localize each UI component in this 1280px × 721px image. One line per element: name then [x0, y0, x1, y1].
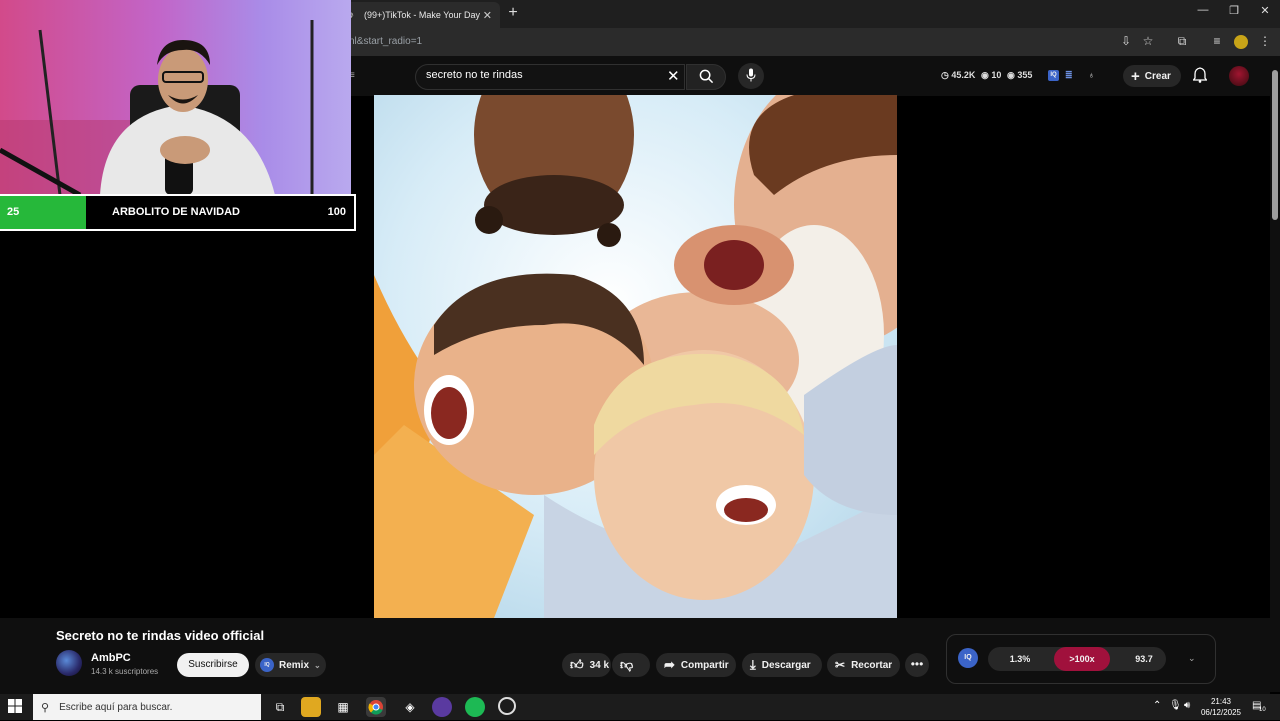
views-stat: ◷ 45.2K: [941, 70, 975, 81]
video-frame-children-photo: [374, 95, 897, 618]
discord-icon[interactable]: [432, 697, 452, 717]
video-player[interactable]: [374, 95, 897, 618]
create-label: Crear: [1144, 70, 1171, 82]
volume-icon[interactable]: 🔊︎: [1184, 700, 1190, 711]
channel-avatar[interactable]: [56, 650, 82, 676]
search-button[interactable]: [686, 64, 726, 90]
bookmark-star-icon[interactable]: ☆: [1139, 34, 1157, 48]
clock-date: 06/12/2025: [1200, 708, 1242, 717]
taskbar-clock[interactable]: 21:43 06/12/2025: [1200, 696, 1242, 718]
close-window-icon[interactable]: ✕: [1250, 4, 1280, 17]
search-query: secreto no te rindas: [426, 69, 523, 81]
scrollbar-thumb[interactable]: [1272, 70, 1278, 220]
goal-title: ARBOLITO DE NAVIDAD: [112, 206, 240, 218]
subscriber-count: 14.3 k suscriptores: [91, 667, 159, 676]
iq-value-1: 1.3%: [1009, 654, 1031, 664]
browser-tab[interactable]: ♪ (99+)TikTok - Make Your Day ✕: [340, 2, 500, 28]
streamer-webcam-image: [0, 20, 314, 195]
clip-button[interactable]: ✂ Recortar: [827, 653, 900, 677]
microphone-tray-icon[interactable]: 🎙︎: [1169, 700, 1182, 711]
chevron-down-icon: ⌄: [314, 660, 321, 670]
user-avatar[interactable]: [1229, 66, 1249, 86]
goal-current-value: 25: [7, 206, 20, 218]
tab-close-icon[interactable]: ✕: [483, 9, 492, 22]
iq-value-3: 93.7: [1135, 654, 1153, 664]
notification-count: 10: [1259, 707, 1266, 713]
new-tab-icon[interactable]: +: [505, 4, 521, 22]
taskbar-search-input[interactable]: ⚲ Escribe aquí para buscar.: [33, 694, 261, 720]
create-button[interactable]: + Crear: [1123, 65, 1181, 87]
install-app-icon[interactable]: ⇩: [1117, 34, 1135, 48]
clip-label: Recortar: [851, 659, 893, 671]
taskbar-search-placeholder: Escribe aquí para buscar.: [59, 701, 173, 713]
like-button[interactable]: 👍︎ 34 k: [562, 653, 611, 677]
clock-icon: ◷: [941, 70, 949, 80]
more-actions-icon[interactable]: •••: [905, 653, 929, 677]
clear-search-icon[interactable]: ✕: [667, 67, 680, 85]
plus-icon: +: [1131, 67, 1140, 85]
dislike-button[interactable]: 👎︎: [612, 653, 650, 677]
views-value: 45.2K: [951, 70, 976, 80]
remix-iq-icon: IQ: [260, 658, 274, 672]
iq-value-2: >100x: [1054, 647, 1110, 671]
tab-title: (99+)TikTok - Make Your Day: [364, 10, 480, 20]
download-icon: ⤓: [750, 657, 756, 672]
download-label: Descargar: [761, 659, 811, 671]
share-icon: ➦: [664, 657, 675, 672]
goal-target-value: 100: [327, 206, 346, 218]
restore-icon[interactable]: ❐: [1219, 4, 1249, 17]
count-stat: ◉ 355: [1007, 70, 1032, 81]
award-icon[interactable]: ♁: [1088, 70, 1095, 80]
search-icon: ⚲: [41, 701, 50, 714]
iq-logo: IQ: [958, 648, 978, 668]
notifications-bell-icon[interactable]: [1192, 67, 1208, 86]
windows-start-icon[interactable]: [8, 699, 24, 715]
clock-time: 21:43: [1210, 697, 1232, 706]
remix-label: Remix: [279, 659, 310, 671]
extensions-icon[interactable]: ⧉: [1173, 34, 1191, 49]
download-button[interactable]: ⤓ Descargar: [742, 653, 822, 677]
tray-expand-icon[interactable]: ⌃: [1153, 700, 1161, 711]
browser-menu-icon[interactable]: ⋮: [1256, 34, 1274, 48]
thumbs-down-icon: 👎︎: [620, 657, 634, 672]
share-label: Compartir: [680, 659, 729, 671]
voice-search-button[interactable]: [738, 63, 764, 89]
url-field[interactable]: nl&start_radio=1: [349, 36, 422, 47]
app-icon[interactable]: ◈: [400, 697, 420, 717]
queue-icon[interactable]: ≣: [1065, 70, 1073, 81]
channel-name[interactable]: AmbPC: [91, 652, 131, 664]
media-control-icon[interactable]: ≡: [1208, 34, 1226, 48]
microphone-icon: [746, 68, 756, 82]
webcam-overlay: [0, 0, 351, 195]
minimize-icon[interactable]: —: [1188, 4, 1218, 16]
search-icon: [699, 69, 713, 84]
video-title: Secreto no te rindas video official: [56, 628, 265, 643]
file-explorer-icon[interactable]: [301, 697, 321, 717]
count-value: 355: [1017, 70, 1033, 80]
eye-icon-2: ◉: [1007, 70, 1015, 80]
store-icon[interactable]: ▦: [333, 697, 353, 717]
iq-extension-badge[interactable]: IQ: [1048, 70, 1059, 81]
subscribe-button[interactable]: Suscribirse: [177, 653, 249, 677]
task-view-icon[interactable]: ⧉: [270, 697, 290, 717]
obs-icon[interactable]: [498, 697, 516, 715]
eye-value: 10: [991, 70, 1002, 80]
thumbs-up-icon: 👍︎: [570, 657, 584, 672]
chrome-icon[interactable]: [366, 697, 386, 717]
like-count: 34 k: [589, 659, 610, 671]
iq-expand-icon[interactable]: ⌄: [1188, 653, 1196, 664]
spotify-icon[interactable]: [465, 697, 485, 717]
remix-button[interactable]: IQ Remix ⌄: [255, 653, 326, 677]
share-button[interactable]: ➦ Compartir: [656, 653, 736, 677]
eye-icon: ◉: [981, 70, 989, 80]
profile-icon[interactable]: [1234, 35, 1248, 49]
scissors-icon: ✂: [835, 658, 846, 672]
eye-stat: ◉ 10: [981, 70, 1001, 81]
